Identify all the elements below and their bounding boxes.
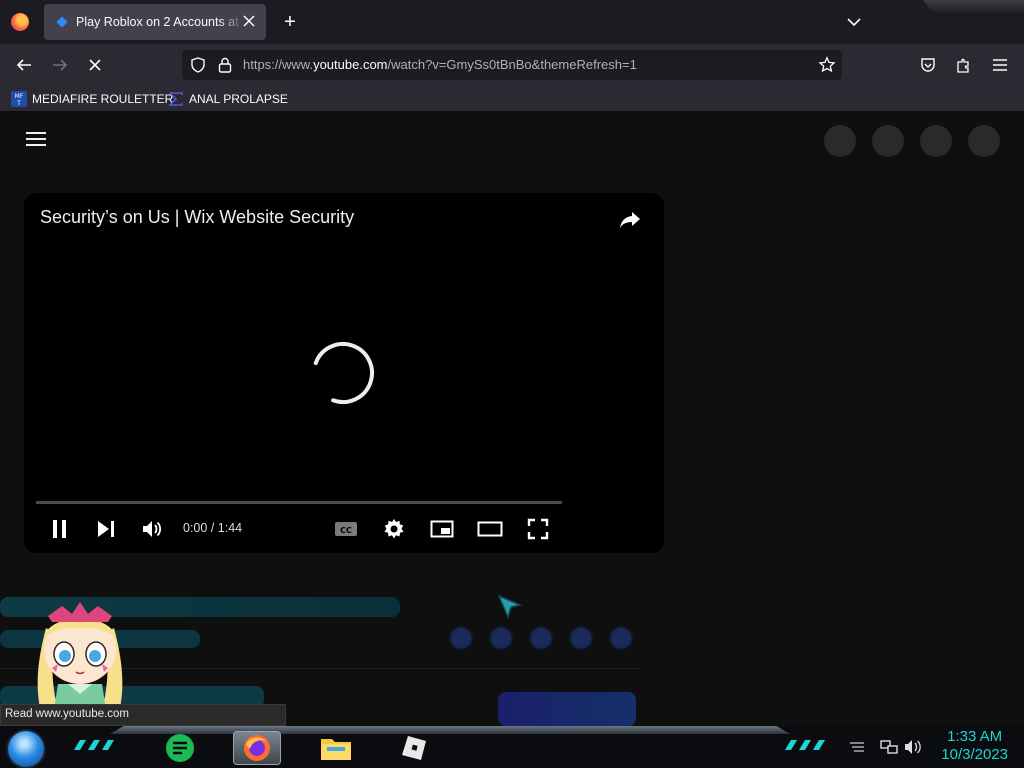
mouse-cursor-icon [497,594,523,620]
pocket-icon [921,58,935,72]
taskbar-file-explorer[interactable] [312,731,360,765]
header-placeholder-circle [968,125,1000,157]
speaker-icon[interactable] [904,739,922,755]
stop-loading-button[interactable] [82,52,108,78]
taskbar-rail-decoration [110,726,790,734]
theater-mode-button[interactable] [476,515,504,543]
browser-nav-bar: https://www.youtube.com/watch?v=GmySs0tB… [0,44,1024,86]
loading-spinner-icon [310,340,376,406]
network-icon[interactable] [880,739,898,755]
fullscreen-icon [527,518,549,540]
skeleton-dots [450,627,640,649]
next-button[interactable] [92,515,120,543]
roblox-icon [402,736,426,760]
mediafire-icon: MFT [11,91,27,107]
bookmark-star-icon[interactable] [818,56,836,74]
forward-arrow-icon [53,59,68,71]
pause-icon [53,520,66,538]
puzzle-piece-icon [957,58,969,73]
tab-title: Play Roblox on 2 Accounts at the Same Ti… [76,15,244,29]
taskbar-chevron-decoration [785,740,825,750]
screen: Play Roblox on 2 Accounts at the Same Ti… [0,0,1024,768]
miniplayer-button[interactable] [428,515,456,543]
lock-icon[interactable] [217,56,233,74]
hamburger-menu-icon [993,59,1007,71]
header-placeholder-circle [824,125,856,157]
sigma-icon [168,92,183,106]
browser-tab-strip: Play Roblox on 2 Accounts at the Same Ti… [0,0,1024,44]
link-status-bar: Read www.youtube.com [0,704,286,726]
tracking-shield-icon[interactable] [189,56,207,74]
url-text[interactable]: https://www.youtube.com/watch?v=GmySs0tB… [243,57,637,72]
time-separator: / [207,521,218,535]
theater-mode-icon [477,521,503,537]
file-explorer-icon [321,739,351,760]
list-all-tabs-chevron-icon[interactable] [843,11,865,33]
tray-stacked-icon[interactable] [848,739,866,755]
clock-date: 10/3/2023 [941,746,1008,763]
window-frame-decoration [922,0,1024,14]
extensions-button[interactable] [951,52,977,78]
guide-menu-icon[interactable] [26,132,46,148]
back-arrow-icon [16,59,31,71]
closed-captions-icon: CC [335,522,357,536]
youtube-page: Security’s on Us | Wix Website Security … [0,112,1024,726]
share-icon[interactable] [618,207,642,231]
bookmark-label: ANAL PROLAPSE [189,92,288,106]
url-prefix: https://www. [243,57,314,72]
svg-text:MF: MF [15,93,24,100]
svg-text:CC: CC [340,526,352,535]
forward-button[interactable] [47,52,73,78]
notes-app-icon [166,734,194,762]
bookmark-mediafire[interactable]: MF T MEDIAFIRE ROULETTER [11,90,173,108]
video-title[interactable]: Security’s on Us | Wix Website Security [40,207,354,228]
fullscreen-button[interactable] [524,515,552,543]
pause-button[interactable] [46,515,74,543]
taskbar-firefox[interactable] [233,731,281,765]
stop-x-icon [89,59,101,71]
bookmarks-toolbar: MF T MEDIAFIRE ROULETTER ANAL PROLAPSE [0,86,1024,112]
settings-button[interactable] [380,515,408,543]
back-button[interactable] [11,52,37,78]
tab-active[interactable]: Play Roblox on 2 Accounts at the Same Ti… [44,4,266,40]
start-button[interactable] [8,731,44,767]
tab-favicon-icon [56,16,68,28]
url-path: /watch?v=GmySs0tBnBo&themeRefresh=1 [387,57,637,72]
system-clock[interactable]: 1:33 AM 10/3/2023 [941,728,1008,764]
next-track-icon [98,521,114,537]
taskbar-notes-app[interactable] [156,731,204,765]
gear-icon [384,519,404,539]
app-menu-button[interactable] [987,52,1013,78]
header-placeholder-circle [920,125,952,157]
taskbar: 1:33 AM 10/3/2023 [0,726,1024,768]
duration: 1:44 [217,521,243,535]
mute-button[interactable] [139,515,167,543]
close-tab-icon[interactable] [240,13,258,31]
volume-icon [143,521,162,537]
address-bar[interactable]: https://www.youtube.com/watch?v=GmySs0tB… [182,50,842,80]
video-player[interactable]: Security’s on Us | Wix Website Security … [24,193,664,553]
current-time: 0:00 [183,521,208,535]
header-placeholder-circle [872,125,904,157]
bookmark-second[interactable]: ANAL PROLAPSE [168,90,288,108]
skeleton-button [498,692,636,726]
clock-time: 1:33 AM [947,728,1003,745]
subtitles-button[interactable]: CC [332,515,360,543]
url-host: youtube.com [313,57,388,72]
new-tab-button[interactable]: + [279,11,301,33]
firefox-icon [244,735,270,761]
taskbar-roblox[interactable] [390,731,438,765]
time-display: 0:00 / 1:44 [183,521,242,535]
progress-bar[interactable] [36,501,562,504]
pocket-button[interactable] [915,52,941,78]
taskbar-chevron-decoration [74,740,114,750]
miniplayer-icon [430,520,454,538]
bookmark-label: MEDIAFIRE ROULETTER [32,92,174,106]
svg-text:T: T [16,100,21,107]
firefox-menu-icon[interactable] [11,13,29,31]
